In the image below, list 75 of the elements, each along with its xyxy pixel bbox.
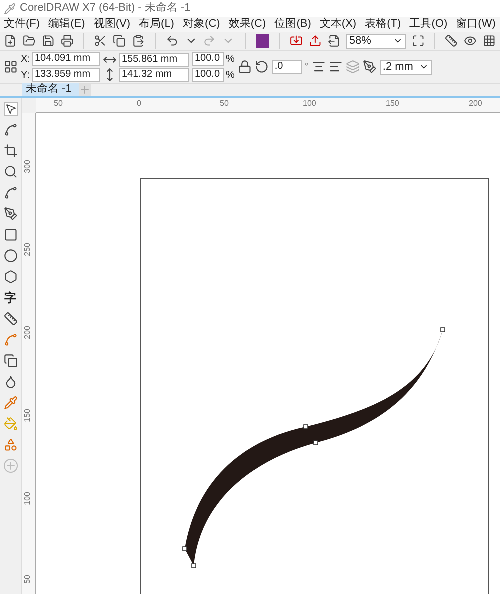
rotation-field[interactable]: .0	[272, 60, 302, 74]
publish-icon[interactable]	[328, 34, 340, 48]
ruler-label: 300	[22, 160, 33, 174]
degree-sign: °	[304, 60, 309, 74]
percent-sign: %	[226, 52, 235, 66]
view-icon[interactable]	[464, 34, 478, 48]
undo-icon[interactable]	[166, 34, 179, 48]
ruler-label: 200	[469, 98, 482, 110]
ruler-label: 100	[303, 98, 316, 110]
shape-tool-icon[interactable]	[4, 123, 18, 137]
menu-item[interactable]: 工具(O)	[410, 16, 448, 33]
scale-x-field[interactable]: 100.0	[192, 52, 224, 66]
window-title: CorelDRAW X7 (64-Bit) - 未命名 -1	[20, 1, 191, 16]
lock-icon[interactable]	[238, 60, 252, 74]
menu-item[interactable]: 布局(L)	[139, 16, 174, 33]
app-logo-icon	[4, 2, 16, 14]
printer-icon[interactable]	[60, 34, 74, 48]
export-icon[interactable]	[308, 34, 322, 48]
pick-tool-icon[interactable]	[4, 102, 18, 116]
x-position-field[interactable]: 104.091 mm	[32, 52, 100, 66]
ruler-label: 150	[386, 98, 400, 110]
ruler-label: 50	[22, 575, 33, 584]
percent-sign: %	[226, 68, 235, 82]
ruler-label: 250	[22, 243, 33, 256]
paste-icon[interactable]	[132, 34, 145, 48]
ruler-label: 0	[137, 98, 142, 110]
smart-fill-icon[interactable]	[4, 438, 18, 452]
new-file-icon[interactable]	[4, 34, 17, 48]
ruler-label: 200	[22, 326, 33, 340]
menu-item[interactable]: 编辑(E)	[48, 16, 86, 33]
open-folder-icon[interactable]	[22, 34, 36, 48]
menu-item[interactable]: 效果(C)	[228, 16, 266, 33]
menu-item[interactable]: 文件(F)	[4, 16, 40, 33]
ruler-label: 50	[220, 98, 229, 110]
y-position-field[interactable]: 133.959 mm	[32, 68, 100, 82]
x-label: X:	[21, 52, 30, 66]
copy-icon[interactable]	[113, 34, 126, 48]
cut-icon[interactable]	[94, 34, 108, 48]
curve-tool-icon[interactable]	[4, 186, 18, 200]
menu-item[interactable]: 位图(B)	[274, 16, 312, 33]
scale-y-field[interactable]: 100.0	[192, 68, 224, 82]
text-tool-icon[interactable]: 字	[4, 291, 16, 305]
shadow-tool-icon[interactable]	[4, 354, 18, 368]
y-label: Y:	[21, 68, 30, 82]
ellipse-tool-icon[interactable]	[4, 249, 18, 263]
rectangle-tool-icon[interactable]	[4, 228, 18, 242]
transparency-tool-icon[interactable]	[4, 375, 18, 389]
import-icon[interactable]	[290, 34, 303, 48]
ruler-label: 150	[22, 409, 33, 422]
zoom-dropdown[interactable]: 58%	[346, 34, 406, 48]
document-tab[interactable]: 未命名 -1	[22, 83, 79, 96]
height-field[interactable]: 141.32 mm	[119, 68, 189, 82]
ruler-icon[interactable]	[445, 34, 458, 48]
menu-item[interactable]: 表格(T)	[365, 16, 402, 33]
menu-item[interactable]: 文本(X)	[320, 16, 357, 33]
grid-icon[interactable]	[483, 34, 496, 48]
ruler-label: 100	[22, 492, 33, 506]
polygon-tool-icon[interactable]	[4, 270, 18, 284]
artistic-media-icon[interactable]	[4, 207, 18, 221]
zoom-fit-icon[interactable]	[412, 34, 424, 48]
connector-tool-icon[interactable]	[4, 333, 18, 347]
menu-item[interactable]: 视图(V)	[94, 16, 130, 33]
pen-icon[interactable]	[362, 60, 377, 74]
ruler-label: 50	[54, 98, 63, 110]
eyedropper-tool-icon[interactable]	[4, 396, 18, 410]
reference-point-icon[interactable]	[4, 60, 18, 74]
save-icon[interactable]	[42, 34, 55, 48]
width-field[interactable]: 155.861 mm	[119, 52, 189, 66]
dimension-tool-icon[interactable]	[4, 312, 18, 326]
zoom-tool-icon[interactable]	[4, 165, 18, 179]
menu-item[interactable]: 窗口(W)	[456, 16, 496, 33]
crop-tool-icon[interactable]	[4, 144, 18, 158]
outline-width-dropdown[interactable]: .2 mm	[380, 60, 432, 74]
menu-item[interactable]: 对象(C)	[183, 16, 220, 33]
rotate-icon[interactable]	[254, 60, 269, 74]
